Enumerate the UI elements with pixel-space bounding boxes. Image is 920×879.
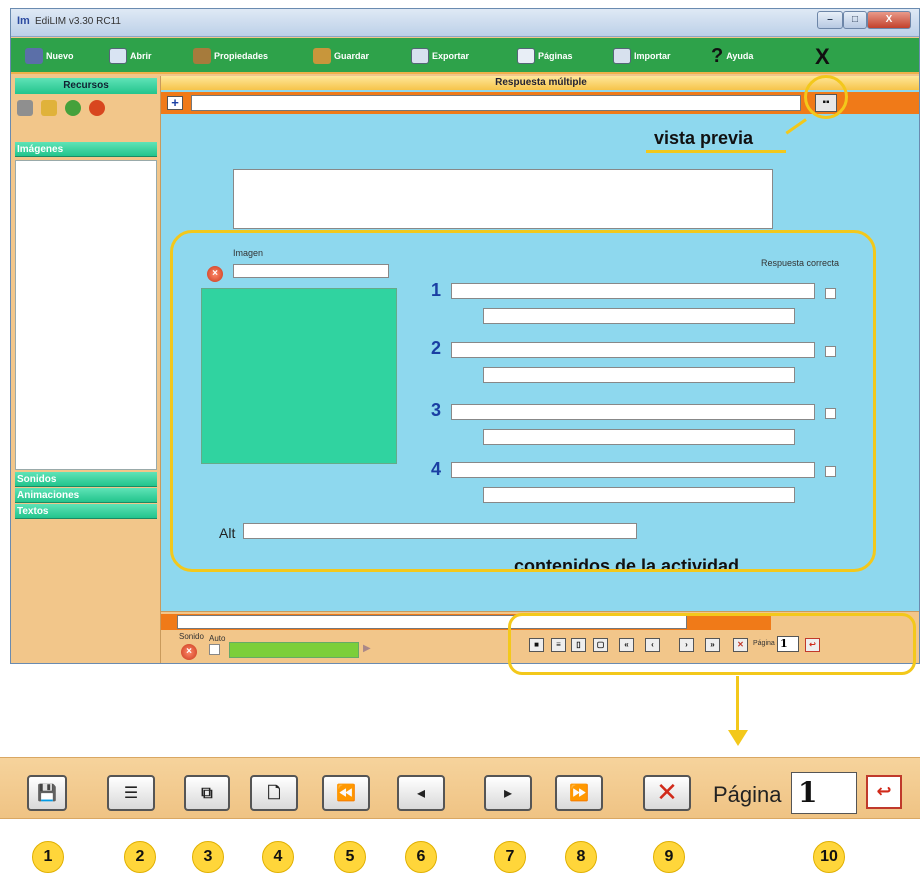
page-number-input[interactable]: 1	[791, 772, 857, 814]
save-icon: 💾	[37, 783, 57, 802]
close-window-button[interactable]: X	[867, 11, 911, 29]
open-icon	[109, 48, 127, 64]
arrow-shaft	[736, 676, 739, 732]
delete-icon: ✕	[656, 778, 678, 808]
delete-page-button[interactable]: ✕	[643, 775, 691, 811]
play-sound-icon[interactable]: ▶	[363, 643, 371, 654]
refresh-icon[interactable]	[65, 100, 81, 116]
save-icon	[313, 48, 331, 64]
next-icon: ▸	[503, 783, 513, 802]
window-title: EdiLIM v3.30 RC11	[35, 16, 121, 27]
properties-icon	[193, 48, 211, 64]
section-texts[interactable]: Textos	[15, 504, 157, 519]
last-page-button[interactable]: ⏩	[555, 775, 603, 811]
page-list-button[interactable]: ☰	[107, 775, 155, 811]
pages-button[interactable]: Páginas	[517, 46, 573, 66]
close-editor-button[interactable]: X	[815, 44, 830, 70]
marker-5: 5	[334, 841, 366, 873]
content-highlight	[170, 230, 876, 572]
help-button[interactable]: ? Ayuda	[711, 44, 753, 67]
pages-icon	[517, 48, 535, 64]
properties-button[interactable]: Propiedades	[193, 46, 268, 66]
previous-page-button[interactable]: ◂	[397, 775, 445, 811]
delete-sound-icon[interactable]: ×	[181, 644, 197, 660]
import-icon	[613, 48, 631, 64]
go-to-page-button[interactable]: ↩	[866, 775, 902, 809]
marker-1: 1	[32, 841, 64, 873]
new-icon	[25, 48, 43, 64]
resources-panel: Recursos Imágenes Sonidos Animaciones Te…	[11, 76, 161, 663]
marker-8: 8	[565, 841, 597, 873]
first-page-icon: ⏪	[336, 783, 356, 802]
arrow-down-icon	[728, 730, 748, 746]
marker-2: 2	[124, 841, 156, 873]
save-button[interactable]: Guardar	[313, 46, 369, 66]
new-button[interactable]: Nuevo	[25, 46, 74, 66]
nav-highlight	[508, 613, 916, 675]
new-page-button[interactable]: 🗋	[250, 775, 298, 811]
go-icon: ↩	[876, 781, 892, 802]
new-page-icon: 🗋	[267, 783, 281, 802]
statement-textarea[interactable]	[233, 169, 773, 229]
section-animations[interactable]: Animaciones	[15, 488, 157, 503]
sound-label: Sonido	[179, 632, 204, 641]
page-label: Página	[713, 782, 782, 807]
preview-callout-text: vista previa	[654, 128, 754, 148]
last-page-icon: ⏩	[569, 783, 589, 802]
export-button[interactable]: Exportar	[411, 46, 469, 66]
marker-4: 4	[262, 841, 294, 873]
minimize-button[interactable]: –	[817, 11, 843, 29]
add-icon[interactable]: +	[167, 96, 183, 110]
save-page-button[interactable]: 💾	[27, 775, 67, 811]
title-bar: Im EdiLIM v3.30 RC11 – □ X	[11, 9, 919, 37]
images-list[interactable]	[15, 160, 157, 470]
sound-field[interactable]	[229, 642, 359, 658]
edit-icon[interactable]	[41, 100, 57, 116]
next-page-button[interactable]: ▸	[484, 775, 532, 811]
first-page-button[interactable]: ⏪	[322, 775, 370, 811]
marker-10: 10	[813, 841, 845, 873]
section-sounds[interactable]: Sonidos	[15, 472, 157, 487]
marker-3: 3	[192, 841, 224, 873]
preview-highlight	[804, 75, 848, 119]
question-input[interactable]	[191, 95, 801, 111]
tools-icon[interactable]	[17, 100, 33, 116]
list-icon: ☰	[123, 783, 139, 802]
import-button[interactable]: Importar	[613, 46, 671, 66]
zoomed-nav-bar: 💾 ☰ ⧉ 🗋 ⏪ ◂ ▸ ⏩ ✕ Página 1 ↩	[0, 757, 920, 819]
help-icon: ?	[711, 44, 724, 67]
main-toolbar: Nuevo Abrir Propiedades Guardar Exportar…	[11, 38, 919, 74]
resources-tools	[17, 100, 105, 116]
marker-7: 7	[494, 841, 526, 873]
marker-6: 6	[405, 841, 437, 873]
resources-title: Recursos	[15, 78, 157, 94]
previous-icon: ◂	[416, 783, 426, 802]
maximize-button[interactable]: □	[843, 11, 867, 29]
preview-underline	[646, 150, 786, 153]
open-button[interactable]: Abrir	[109, 46, 152, 66]
marker-9: 9	[653, 841, 685, 873]
auto-label: Auto	[209, 634, 226, 643]
export-icon	[411, 48, 429, 64]
section-images[interactable]: Imágenes	[15, 142, 157, 157]
duplicate-icon: ⧉	[201, 783, 213, 802]
app-logo-icon: Im	[17, 15, 30, 27]
auto-checkbox[interactable]	[209, 644, 220, 655]
duplicate-page-button[interactable]: ⧉	[184, 775, 230, 811]
delete-resource-icon[interactable]	[89, 100, 105, 116]
